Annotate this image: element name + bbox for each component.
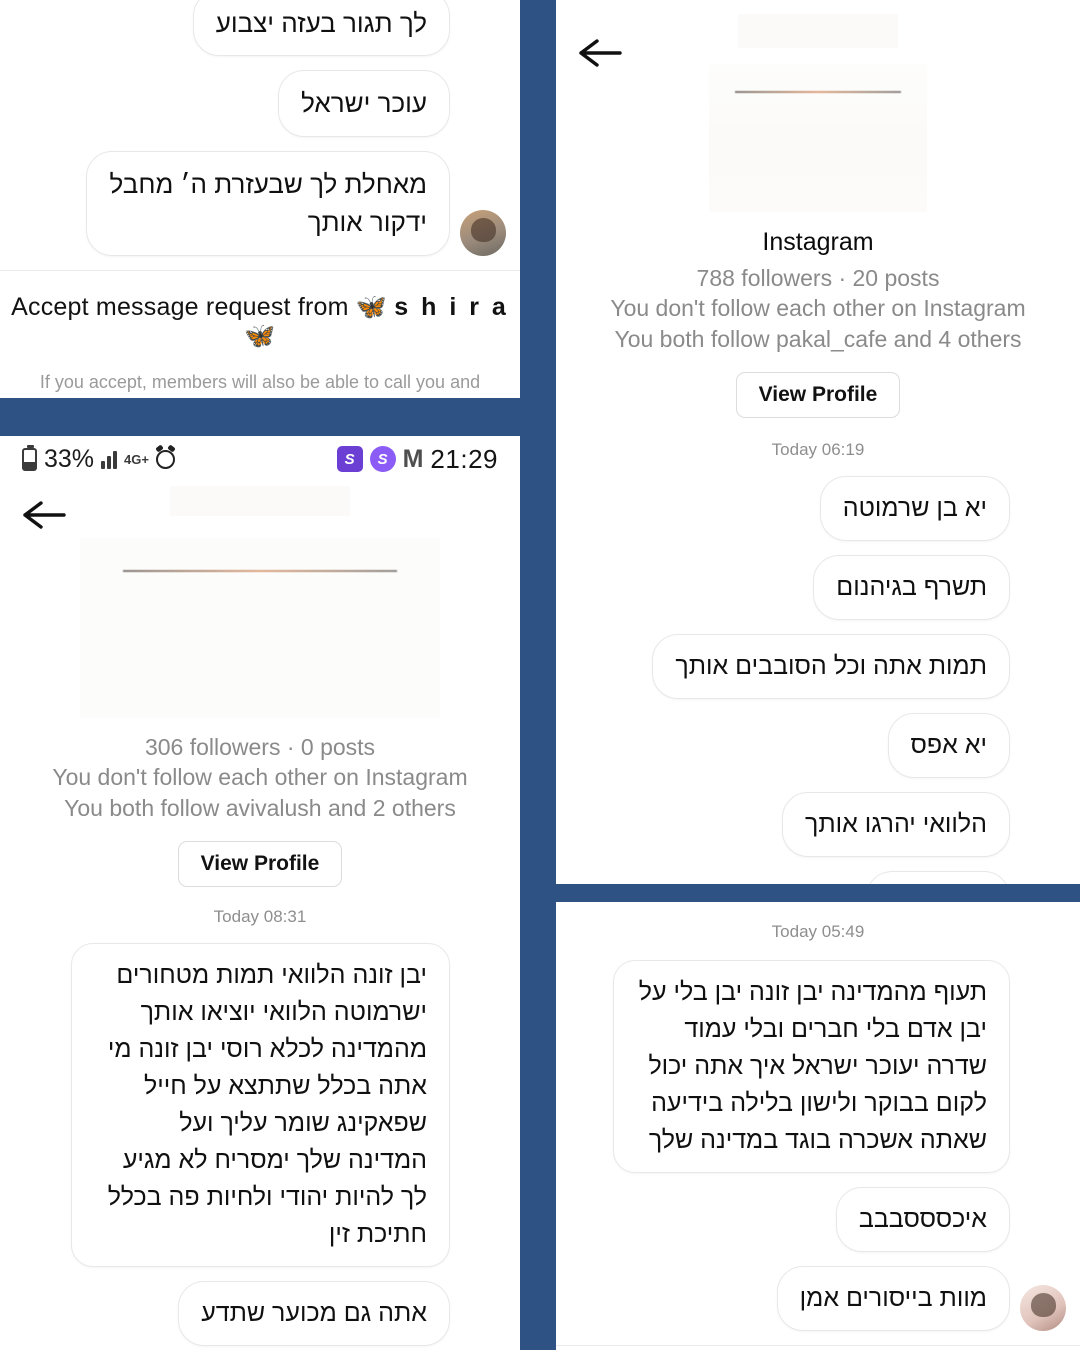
message-bubble[interactable]: מאחלת לך שבעזרת ה׳ מחבל ידקור אותך	[85, 150, 450, 256]
panel-top-right-chat: Instagram 788 followers · 20 posts You d…	[556, 0, 1080, 884]
message-bubble[interactable]: לך תגור בעזה יצבוע	[192, 0, 450, 57]
message-row: עוכר ישראל	[0, 70, 520, 137]
profile-stats: 788 followers · 20 posts	[696, 265, 940, 291]
profile-stats: 306 followers · 0 posts	[144, 734, 376, 760]
butterfly-icon: 🦋	[355, 292, 388, 321]
panel-top-left-chat: לך תגור בעזה יצבוע עוכר ישראל מאחלת לך ש…	[0, 0, 520, 398]
blurred-profile-picture	[80, 538, 440, 718]
battery-percent: 33%	[44, 444, 95, 473]
chat-scroll-top-left[interactable]: לך תגור בעזה יצבוע עוכר ישראל מאחלת לך ש…	[0, 0, 520, 398]
message-row: אתה גם מכוער שתדע	[0, 1281, 520, 1347]
blurred-header-name	[170, 486, 350, 516]
message-row: מאחלת לך שבעזרת ה׳ מחבל ידקור אותך	[0, 150, 520, 256]
chat-scroll-bottom-left[interactable]: 33% 4G+ S S M 21:29 306 followers · 0 po…	[0, 436, 520, 1350]
profile-mutuals: You both follow avivalush and 2 others	[64, 794, 456, 821]
view-profile-button[interactable]: View Profile	[735, 372, 901, 419]
skype-round-icon: S	[369, 446, 396, 472]
profile-summary: Instagram 788 followers · 20 posts You d…	[556, 228, 1080, 419]
message-bubble[interactable]: איכסססבבב	[835, 1187, 1010, 1252]
message-row: תשרף בגיהנום	[556, 555, 1080, 621]
message-row: יא בן זונה	[556, 871, 1080, 884]
message-bubble[interactable]: יבן זונה הלוואי תמות מטחורים ישרמוטה הלו…	[71, 943, 450, 1268]
accept-request-title: Accept message request from	[556, 1346, 1080, 1350]
panel-bottom-right-chat: Today 05:49 תעוף מהמדינה יבן זונה יבן בל…	[556, 902, 1080, 1350]
message-row: יא בן שרמוטה	[556, 476, 1080, 542]
gmail-icon: M	[402, 444, 424, 473]
avatar[interactable]	[460, 209, 506, 256]
view-profile-button[interactable]: View Profile	[177, 841, 343, 888]
message-row: מוות בייסורים אמן	[556, 1266, 1080, 1331]
network-type-label: 4G+	[124, 451, 149, 467]
accept-request-title: Accept message request from 🦋 s h i r a …	[0, 271, 520, 351]
message-bubble[interactable]: תמות אתה וכל הסובבים אותך	[652, 634, 1010, 700]
avatar[interactable]	[1020, 1285, 1066, 1331]
sender-name: s h i r a	[394, 292, 509, 321]
message-bubble[interactable]: הלוואי יהרגו אותך	[782, 792, 1010, 858]
blurred-header-name	[738, 14, 898, 48]
skype-square-icon: S	[336, 446, 363, 472]
message-row: הלוואי יהרגו אותך	[556, 792, 1080, 858]
accept-request-prefix: Accept message request from	[11, 292, 349, 321]
profile-summary: 306 followers · 0 posts You don't follow…	[0, 732, 520, 888]
signal-icon	[101, 449, 118, 469]
chat-scroll-bottom-right[interactable]: Today 05:49 תעוף מהמדינה יבן זונה יבן בל…	[556, 902, 1080, 1350]
message-row: איכסססבבב	[556, 1187, 1080, 1252]
profile-mutuals: You both follow pakal_cafe and 4 others	[614, 325, 1022, 352]
accept-request-subtext: If you accept, members will also be able…	[39, 371, 481, 398]
message-row: לך תגור בעזה יצבוע	[0, 0, 520, 57]
message-row: תמות אתה וכל הסובבים אותך	[556, 634, 1080, 700]
message-bubble[interactable]: אתה גם מכוער שתדע	[178, 1281, 450, 1347]
message-row: תעוף מהמדינה יבן זונה יבן בלי על יבן אדם…	[556, 960, 1080, 1173]
butterfly-icon: 🦋	[244, 321, 276, 350]
status-bar: 33% 4G+ S S M 21:29	[0, 436, 520, 482]
timestamp: Today 05:49	[771, 922, 865, 941]
back-arrow-icon[interactable]	[578, 36, 624, 70]
message-bubble[interactable]: מוות בייסורים אמן	[776, 1266, 1010, 1331]
message-bubble[interactable]: יא בן זונה	[866, 871, 1010, 884]
message-bubble[interactable]: תעוף מהמדינה יבן זונה יבן בלי על יבן אדם…	[613, 960, 1010, 1173]
screenshot-collage: לך תגור בעזה יצבוע עוכר ישראל מאחלת לך ש…	[0, 0, 1080, 1350]
status-bar-clock: 21:29	[430, 443, 498, 474]
profile-follow-status: You don't follow each other on Instagram	[52, 764, 468, 791]
message-bubble[interactable]: תשרף בגיהנום	[813, 555, 1010, 621]
chat-scroll-top-right[interactable]: Instagram 788 followers · 20 posts You d…	[556, 14, 1080, 884]
back-arrow-icon[interactable]	[22, 498, 68, 532]
message-bubble[interactable]: יא בן שרמוטה	[819, 476, 1010, 542]
blurred-profile-picture	[709, 64, 927, 212]
message-row: יא אפס	[556, 713, 1080, 779]
timestamp: Today 08:31	[213, 907, 307, 927]
message-row: יבן זונה הלוואי תמות מטחורים ישרמוטה הלו…	[0, 943, 520, 1268]
message-bubble[interactable]: יא אפס	[887, 713, 1010, 779]
profile-follow-status: You don't follow each other on Instagram	[610, 295, 1026, 322]
battery-icon	[22, 444, 37, 471]
message-bubble[interactable]: עוכר ישראל	[278, 70, 450, 137]
alarm-icon	[155, 449, 175, 469]
panel-bottom-left-chat: 33% 4G+ S S M 21:29 306 followers · 0 po…	[0, 436, 520, 1350]
profile-name: Instagram	[762, 228, 874, 256]
timestamp: Today 06:19	[771, 440, 865, 460]
